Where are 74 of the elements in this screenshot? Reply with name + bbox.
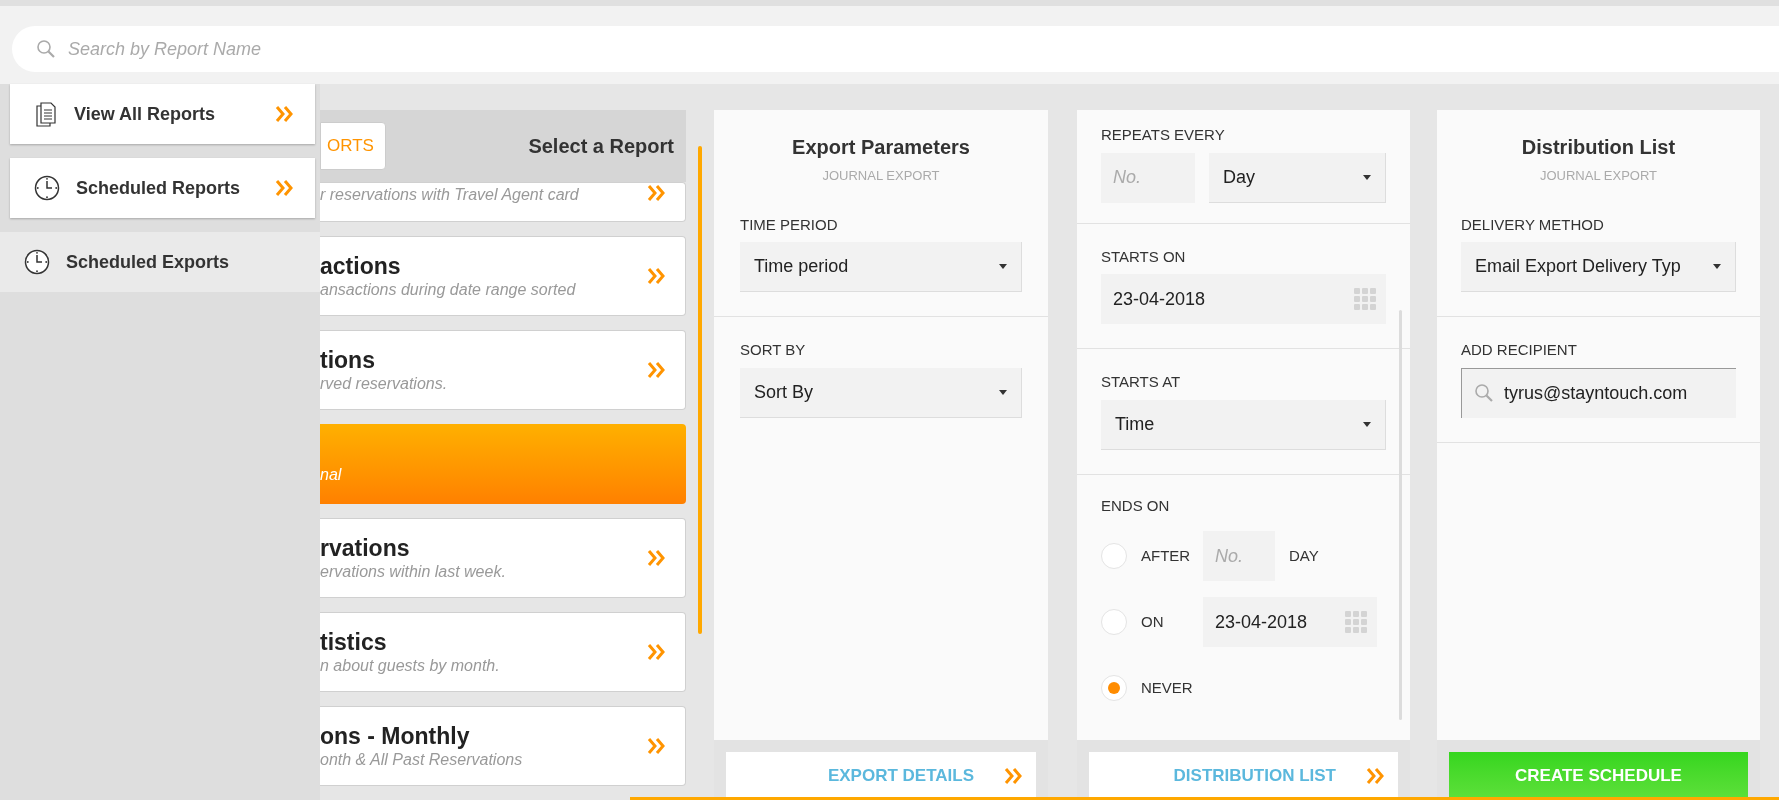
double-chevron-icon — [1004, 766, 1022, 786]
list-heading: Select a Report — [528, 134, 674, 159]
menu-item[interactable]: Scheduled Exports — [0, 232, 320, 292]
report-description: rved reservations. — [320, 374, 449, 394]
dropdown[interactable]: Email Export Delivery Typ — [1461, 242, 1736, 292]
double-chevron-icon — [647, 736, 665, 756]
field-label: ADD RECIPIENT — [1461, 340, 1578, 360]
menu-item[interactable]: View All Reports — [10, 84, 315, 144]
panel-title: Export Parameters — [792, 135, 970, 160]
number-field[interactable]: No. — [1203, 531, 1275, 581]
field-label: DELIVERY METHOD — [1461, 214, 1605, 235]
search-icon — [36, 39, 55, 58]
panel-title: Distribution List — [1521, 135, 1676, 160]
report-card[interactable]: tistics n about guests by month. — [320, 612, 686, 692]
field-label: STARTS AT — [1101, 372, 1182, 392]
double-chevron-icon — [647, 642, 665, 662]
report-title: actions — [320, 252, 402, 280]
field-label: SORT BY — [740, 340, 807, 360]
dropdown[interactable]: Day — [1209, 152, 1386, 203]
report-description: nal — [320, 465, 343, 485]
report-card[interactable]: tions rved reservations. — [320, 330, 686, 410]
search-icon — [1474, 382, 1493, 402]
radio-button[interactable] — [1101, 609, 1127, 635]
panel-subtitle: JOURNAL EXPORT — [1540, 167, 1657, 185]
report-title: ons - Monthly — [320, 722, 471, 750]
double-chevron-icon — [1366, 766, 1384, 786]
report-title: tistics — [320, 628, 388, 656]
double-chevron-icon — [647, 266, 665, 286]
calendar-icon — [1345, 611, 1367, 633]
number-field[interactable]: No. — [1101, 152, 1195, 203]
field-label: REPEATS EVERY — [1101, 125, 1226, 145]
double-chevron-icon — [275, 178, 293, 198]
report-description: onth & All Past Reservations — [320, 750, 524, 770]
field-label: ENDS ON — [1101, 495, 1171, 516]
report-card[interactable]: actions ansactions during date range sorted — [320, 236, 686, 316]
dropdown[interactable]: Sort By — [740, 367, 1022, 418]
double-chevron-icon — [647, 548, 665, 568]
clock-icon — [24, 249, 50, 275]
caret-icon — [1713, 264, 1721, 269]
double-chevron-icon — [647, 360, 665, 380]
caret-icon — [999, 264, 1007, 269]
dropdown[interactable]: Time period — [740, 242, 1022, 292]
report-card[interactable]: rvations ervations within last week. — [320, 518, 686, 598]
report-title: tions — [320, 346, 376, 374]
dropdown[interactable]: Time — [1101, 399, 1386, 450]
panel-subtitle: JOURNAL EXPORT — [822, 167, 940, 185]
double-chevron-icon — [647, 183, 665, 203]
report-title: rvations — [320, 534, 411, 562]
calendar-icon — [1354, 288, 1376, 310]
option-label: AFTER — [1141, 545, 1192, 566]
scrollbar[interactable] — [698, 146, 702, 634]
field-label: TIME PERIOD — [740, 214, 839, 235]
unit-label: DAY — [1289, 545, 1319, 566]
search-field[interactable]: Search by Report Name — [12, 26, 1779, 72]
field-label: STARTS ON — [1101, 246, 1187, 267]
double-chevron-icon — [275, 104, 293, 124]
date-field[interactable]: 23-04-2018 — [1203, 597, 1377, 647]
caret-icon — [1363, 174, 1371, 180]
report-description: ansactions during date range sorted — [320, 280, 577, 300]
menu-item[interactable]: Scheduled Reports — [10, 158, 315, 218]
date-field[interactable]: 23-04-2018 — [1101, 274, 1386, 324]
radio-button[interactable] — [1101, 675, 1127, 701]
caret-icon — [1363, 421, 1371, 427]
report-card[interactable]: ons - Monthly onth & All Past Reservations — [320, 706, 686, 786]
caret-icon — [999, 389, 1007, 395]
report-description: n about guests by month. — [320, 656, 501, 676]
report-description: ervations within last week. — [320, 562, 507, 582]
option-label: NEVER — [1141, 677, 1194, 698]
recipient-field[interactable]: tyrus@stayntouch.com — [1461, 367, 1736, 418]
radio-button[interactable] — [1101, 543, 1127, 569]
clock-icon — [34, 175, 60, 201]
report-description: r reservations with Travel Agent card — [320, 185, 580, 205]
option-label: ON — [1141, 611, 1165, 632]
document-icon — [34, 100, 58, 128]
